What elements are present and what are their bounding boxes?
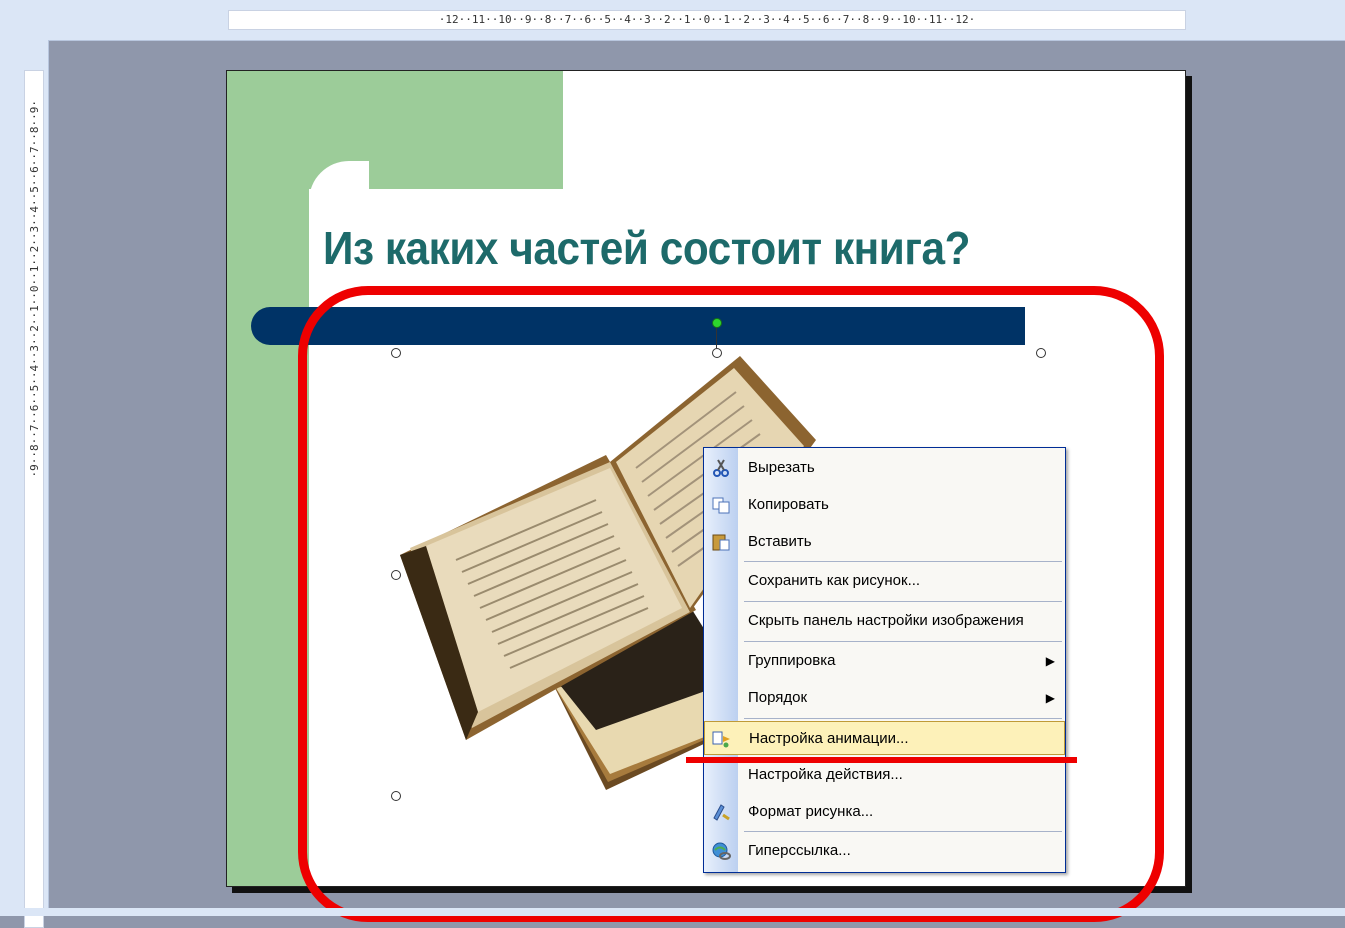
submenu-arrow-icon: ▶ (1045, 654, 1055, 668)
red-underline-annotation (686, 757, 1077, 763)
menu-item-label: Порядок (748, 689, 808, 706)
menu-item-order[interactable]: Порядок ▶ (704, 681, 1065, 715)
menu-separator (744, 831, 1062, 832)
vertical-ruler-scale: ·9··8··7··6··5··4··3··2··1··0··1··2··3··… (28, 100, 41, 478)
vertical-ruler: ·9··8··7··6··5··4··3··2··1··0··1··2··3··… (0, 40, 49, 928)
menu-item-label: Группировка (748, 652, 836, 669)
menu-item-cut[interactable]: Вырезать (704, 451, 1065, 485)
menu-item-label: Настройка действия... (748, 766, 903, 783)
menu-item-hide-picture-toolbar[interactable]: Скрыть панель настройки изображения (704, 604, 1065, 638)
menu-item-save-as-picture[interactable]: Сохранить как рисунок... (704, 564, 1065, 598)
scissors-icon (713, 459, 729, 477)
menu-item-paste[interactable]: Вставить (704, 525, 1065, 559)
green-side-bar (227, 71, 309, 886)
context-menu: Вырезать Копировать Вставить Сохранить к… (703, 447, 1066, 873)
menu-item-hyperlink[interactable]: Гиперссылка... (704, 834, 1065, 868)
menu-item-label: Настройка анимации... (749, 730, 909, 747)
format-picture-icon (713, 804, 730, 821)
menu-item-label: Формат рисунка... (748, 803, 874, 820)
menu-item-custom-animation[interactable]: Настройка анимации... (704, 721, 1065, 755)
menu-item-format-picture[interactable]: Формат рисунка... (704, 795, 1065, 829)
menu-item-label: Копировать (748, 496, 829, 513)
menu-separator (744, 601, 1062, 602)
menu-separator (744, 718, 1062, 719)
animation-icon (712, 731, 730, 748)
menu-item-label: Сохранить как рисунок... (748, 572, 921, 589)
menu-item-label: Вырезать (748, 459, 815, 476)
menu-item-action-settings[interactable]: Настройка действия... (704, 758, 1065, 792)
menu-item-label: Вставить (748, 533, 812, 550)
status-strip (0, 908, 1345, 916)
slide-title[interactable]: Из каких частей состоит книга? (323, 221, 1114, 275)
menu-separator (744, 561, 1062, 562)
horizontal-ruler-scale: ·12··11··10··9··8··7··6··5··4··3··2··1··… (228, 10, 1186, 30)
menu-item-label: Гиперссылка... (748, 842, 851, 859)
submenu-arrow-icon: ▶ (1045, 691, 1055, 705)
menu-item-label: Скрыть панель настройки изображения (748, 612, 1024, 629)
menu-item-grouping[interactable]: Группировка ▶ (704, 644, 1065, 678)
horizontal-ruler: ·12··11··10··9··8··7··6··5··4··3··2··1··… (0, 0, 1345, 41)
paste-icon (712, 534, 730, 551)
menu-separator (744, 641, 1062, 642)
menu-item-copy[interactable]: Копировать (704, 488, 1065, 522)
copy-icon (712, 497, 730, 514)
hyperlink-icon (712, 842, 731, 860)
